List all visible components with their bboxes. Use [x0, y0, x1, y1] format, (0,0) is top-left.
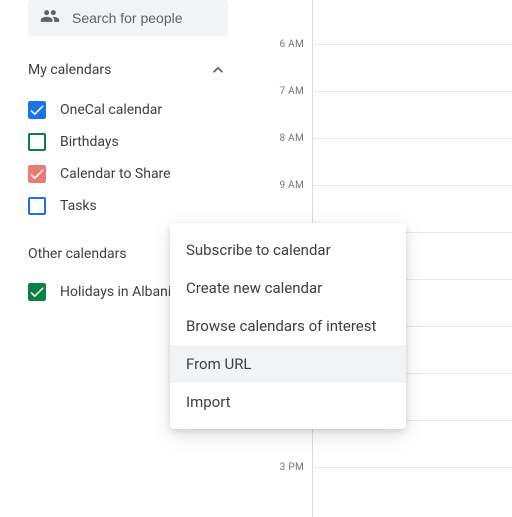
- calendar-label: Holidays in Albani: [60, 284, 171, 300]
- calendar-item[interactable]: Tasks: [28, 190, 228, 222]
- calendar-checkbox[interactable]: [28, 165, 46, 183]
- menu-item[interactable]: Browse calendars of interest: [170, 307, 406, 345]
- hour-line: [313, 138, 512, 139]
- add-calendar-menu: Subscribe to calendarCreate new calendar…: [170, 223, 406, 429]
- my-calendars-section: My calendars OneCal calendar Birthdays Cal…: [0, 60, 256, 222]
- hour-line: [313, 467, 512, 468]
- my-calendars-header[interactable]: My calendars: [28, 60, 228, 80]
- calendar-label: Calendar to Share: [60, 166, 171, 182]
- search-input[interactable]: [72, 10, 216, 26]
- hour-label: 8 AM: [279, 133, 304, 144]
- hour-line: [313, 185, 512, 186]
- hour-label: 9 AM: [279, 180, 304, 191]
- calendar-checkbox[interactable]: [28, 101, 46, 119]
- calendar-item[interactable]: Calendar to Share: [28, 158, 228, 190]
- hour-line: [313, 91, 512, 92]
- hour-label: 7 AM: [279, 86, 304, 97]
- calendar-label: Birthdays: [60, 134, 119, 150]
- calendar-item[interactable]: Birthdays: [28, 126, 228, 158]
- calendar-item[interactable]: OneCal calendar: [28, 94, 228, 126]
- my-calendars-list: OneCal calendar Birthdays Calendar to Shar…: [28, 94, 228, 222]
- people-icon: [40, 6, 60, 30]
- menu-item[interactable]: Create new calendar: [170, 269, 406, 307]
- calendar-checkbox[interactable]: [28, 197, 46, 215]
- section-title: Other calendars: [28, 246, 127, 262]
- menu-item[interactable]: Import: [170, 383, 406, 421]
- calendar-label: OneCal calendar: [60, 102, 162, 118]
- menu-item[interactable]: Subscribe to calendar: [170, 231, 406, 269]
- hour-line: [313, 44, 512, 45]
- calendar-checkbox[interactable]: [28, 283, 46, 301]
- search-people-box[interactable]: [28, 0, 228, 36]
- calendar-checkbox[interactable]: [28, 133, 46, 151]
- calendar-label: Tasks: [60, 198, 97, 214]
- hour-label: 3 PM: [280, 462, 304, 473]
- section-title: My calendars: [28, 62, 111, 78]
- menu-item[interactable]: From URL: [170, 345, 406, 383]
- hour-label: 6 AM: [279, 39, 304, 50]
- chevron-up-icon: [208, 60, 228, 80]
